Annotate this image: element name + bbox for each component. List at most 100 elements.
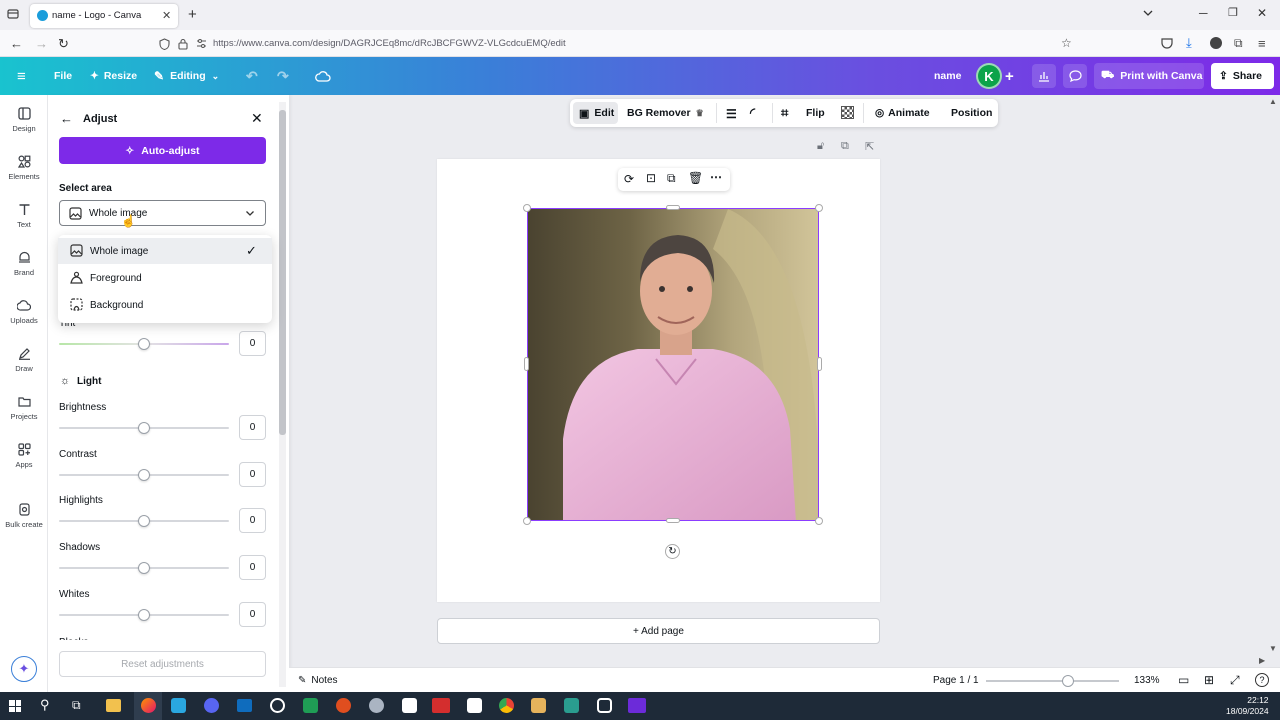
rail-item-apps[interactable]: Apps [0,431,48,477]
transparency-icon[interactable] [841,106,854,119]
rotate-handle-icon[interactable]: ↻ [665,544,680,559]
add-collaborator-icon[interactable]: + [1005,57,1014,95]
rail-item-design[interactable]: Design [0,95,48,141]
chevron-down-icon[interactable] [1142,7,1154,19]
contrast-slider-handle[interactable] [138,469,150,481]
file-explorer-icon[interactable] [106,699,121,712]
rail-item-uploads[interactable]: Uploads [0,287,48,333]
back-icon[interactable]: ← [10,36,23,51]
window-close-icon[interactable]: ✕ [1257,6,1267,20]
app-icon[interactable] [467,698,482,713]
lock-icon[interactable]: ⊡ [646,171,656,185]
corner-rounding-icon[interactable]: ◜ [750,105,755,121]
url-text[interactable]: https://www.canva.com/design/DAGRJCEq8mc… [213,38,566,49]
trash-icon[interactable]: 🗑︎ [688,171,703,185]
share-button[interactable]: ⇪ Share [1211,63,1274,89]
restore-icon[interactable]: ❐ [1228,6,1238,19]
editing-mode-button[interactable]: ✎ Editing ⌄ [154,57,219,95]
reset-adjustments-button[interactable]: Reset adjustments [59,651,266,677]
page-indicator[interactable]: Page 1 / 1 [933,675,979,686]
duplicate-icon[interactable]: ⧉ [667,171,676,186]
magic-assistant-icon[interactable]: ✦ [11,656,37,682]
crop-icon[interactable]: ⌗ [781,105,788,121]
cloud-save-icon[interactable] [315,57,331,95]
position-button[interactable]: Position [951,107,992,119]
menu-item-background[interactable]: Background [58,292,272,318]
rail-item-projects[interactable]: Projects [0,383,48,429]
scroll-right-icon[interactable]: ▶ [1259,656,1265,665]
app-icon[interactable] [270,698,285,713]
app-icon[interactable] [204,698,219,713]
grid-view-icon[interactable]: ⊞ [1204,673,1214,687]
whites-slider-handle[interactable] [138,609,150,621]
app-icon[interactable] [597,698,612,713]
main-menu-icon[interactable]: ≡ [17,57,26,95]
shadows-value[interactable]: 0 [239,555,266,580]
undo-icon[interactable]: ↶ [246,57,258,95]
new-tab-icon[interactable]: + [188,6,197,23]
downloads-icon[interactable]: ⤓ [1186,35,1192,51]
resize-handle[interactable] [524,357,529,371]
menu-item-whole-image[interactable]: Whole image ✓ [58,238,272,264]
app-icon[interactable] [303,698,318,713]
more-options-icon[interactable]: ⋯ [710,170,722,184]
highlights-value[interactable]: 0 [239,508,266,533]
extensions-icon[interactable]: ⧉ [1234,36,1243,51]
add-page-icon[interactable]: ⇱ [865,140,874,153]
design-name[interactable]: name [934,57,961,95]
close-tab-icon[interactable]: ✕ [162,9,171,22]
resize-handle[interactable] [815,204,823,212]
permissions-icon[interactable] [196,38,207,49]
account-icon[interactable] [1210,37,1222,49]
comments-icon[interactable] [1063,64,1087,88]
app-icon[interactable] [171,698,186,713]
search-icon[interactable]: ⚲ [40,697,50,713]
whites-value[interactable]: 0 [239,602,266,627]
highlights-slider-handle[interactable] [138,515,150,527]
rail-item-elements[interactable]: Elements [0,143,48,189]
firefox-taskbar-item[interactable] [134,692,162,720]
app-icon[interactable] [531,698,546,713]
redo-icon[interactable]: ↷ [277,57,289,95]
shield-icon[interactable] [159,38,170,50]
scroll-down-icon[interactable]: ▼ [1269,644,1277,653]
bg-remover-button[interactable]: BG Remover ♛ [627,107,704,119]
zoom-level[interactable]: 133% [1134,675,1160,686]
brightness-slider-handle[interactable] [138,422,150,434]
app-icon[interactable] [369,698,384,713]
print-with-canva-button[interactable]: ⛟ Print with Canva [1094,63,1204,89]
resize-handle[interactable] [523,517,531,525]
resize-handle[interactable] [815,517,823,525]
resize-button[interactable]: ✦ Resize [90,57,137,95]
tint-value[interactable]: 0 [239,331,266,356]
auto-adjust-button[interactable]: ✧ Auto-adjust [59,137,266,164]
zoom-slider-handle[interactable] [1062,675,1075,687]
app-icon[interactable] [628,698,646,713]
minimize-icon[interactable]: ─ [1199,6,1208,20]
flip-button[interactable]: Flip [806,107,825,119]
contrast-value[interactable]: 0 [239,462,266,487]
windows-start-icon[interactable] [9,700,21,712]
shadows-slider-handle[interactable] [138,562,150,574]
rail-item-draw[interactable]: Draw [0,335,48,381]
canvas-scrollbar-vertical[interactable]: ▲ [1268,97,1278,657]
file-menu[interactable]: File [54,57,72,95]
duplicate-page-icon[interactable]: ⧉ [841,140,849,153]
help-icon[interactable]: ? [1255,673,1269,687]
lock-page-icon[interactable]: 🔓︎ [817,140,824,153]
border-style-icon[interactable]: ☰ [726,107,737,121]
pages-view-icon[interactable]: ▭ [1178,673,1189,687]
resize-handle[interactable] [523,204,531,212]
app-icon[interactable] [336,698,351,713]
resize-handle[interactable] [666,205,680,210]
bookmark-star-icon[interactable]: ☆ [1061,36,1072,50]
rail-item-brand[interactable]: Brand [0,239,48,285]
browser-tab[interactable]: name - Logo - Canva ✕ [30,4,178,28]
insights-icon[interactable] [1032,64,1056,88]
animate-button[interactable]: ◎ Animate [875,107,930,119]
edit-image-button[interactable]: ▣ Edit [573,102,618,124]
reload-icon[interactable]: ↻ [58,36,69,52]
app-icon[interactable] [564,698,579,713]
app-icon[interactable] [402,698,417,713]
add-page-button[interactable]: + Add page [437,618,880,644]
